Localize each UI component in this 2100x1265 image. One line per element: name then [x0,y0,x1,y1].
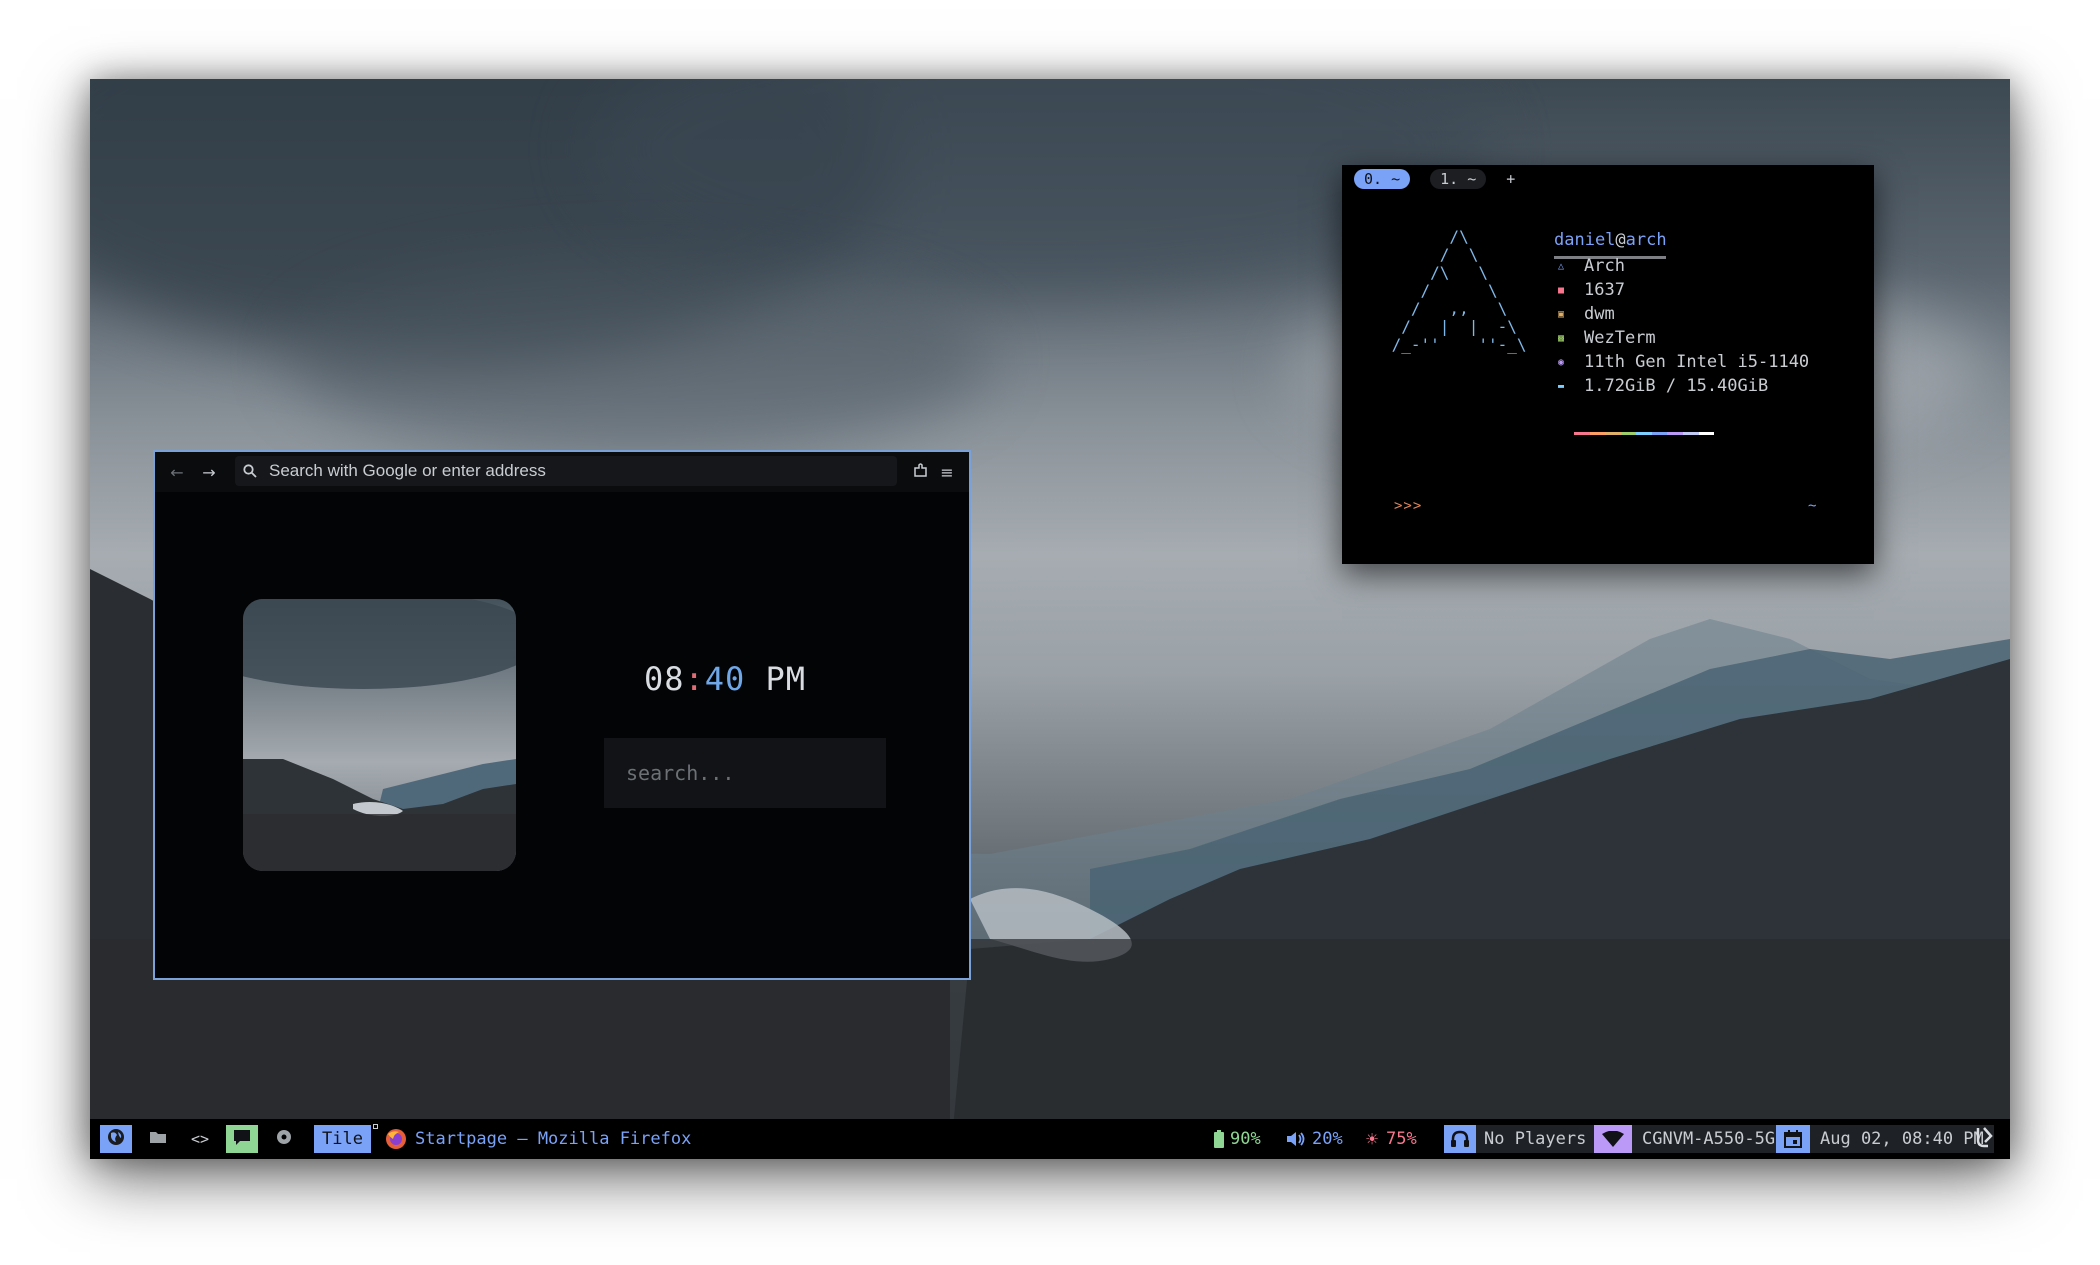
fetch-user-host: daniel@arch [1554,230,1667,250]
folder-icon [149,1129,167,1150]
search-icon [243,464,265,478]
palette-swatch [1682,432,1699,435]
window-icon: ▣ [1557,308,1565,320]
focused-window: Startpage — Mozilla Firefox [385,1125,691,1153]
brightness-module[interactable]: ☀ 75% [1366,1125,1417,1153]
arrow-right-icon: → [202,462,216,482]
battery-value: 90% [1230,1129,1261,1149]
window-indicator [373,1124,378,1129]
tag-web[interactable] [100,1125,132,1153]
fetch-host: arch [1625,230,1667,250]
firefox-icon [385,1128,407,1150]
fetch-value: WezTerm [1584,328,1656,348]
fetch-value: 11th Gen Intel i5-1140 [1584,352,1810,372]
back-button[interactable]: ← [161,456,193,488]
tag-files[interactable] [142,1125,174,1153]
globe-icon [106,1127,126,1152]
palette-swatch [1605,432,1621,435]
wifi-module[interactable]: CGNVM-A550-5G [1594,1125,1786,1153]
tux-icon: △ [1557,260,1565,272]
tag-code[interactable]: <> [184,1125,216,1153]
fetch-row-packages: ■ 1637 [1554,280,1625,300]
fetch-user: daniel [1554,230,1616,250]
arch-logo-icon [1974,1126,1996,1153]
new-tab-button[interactable]: + [1506,170,1515,188]
tag-music[interactable] [268,1125,300,1153]
prompt-path: ~ [1808,498,1817,514]
palette-swatch [1620,432,1637,435]
palette-swatch [1636,432,1652,435]
headphones-icon [1444,1125,1476,1153]
menu-button[interactable]: ≡ [931,456,963,488]
tag-chat[interactable] [226,1125,258,1153]
forward-button[interactable]: → [193,456,225,488]
chat-icon [232,1128,252,1151]
browser-toolbar: ← → ≡ [155,452,969,492]
fetch-at: @ [1615,230,1626,250]
arrow-left-icon: ← [170,462,184,482]
fetch-value: Arch [1584,256,1625,276]
window-title: Startpage — Mozilla Firefox [415,1129,692,1149]
volume-value: 20% [1312,1129,1343,1149]
url-input[interactable] [265,461,893,481]
clock-ampm: PM [765,660,807,698]
fetch-value: 1.72GiB / 15.40GiB [1584,376,1769,396]
package-icon: ■ [1557,284,1565,296]
code-icon: <> [190,1130,210,1148]
fetch-value: dwm [1584,304,1615,324]
brightness-value: 75% [1386,1129,1417,1149]
terminal-tab-bar: 0. ~ 1. ~ + [1342,165,1874,192]
palette-swatch [1667,432,1683,435]
terminal-icon: ▩ [1557,332,1565,344]
color-palette-bar [1574,432,1715,435]
fetch-row-terminal: ▩ WezTerm [1554,328,1656,348]
fetch-row-os: △ Arch [1554,256,1625,276]
music-module[interactable]: No Players [1444,1125,1595,1153]
desktop: ← → ≡ [90,79,2010,1159]
clock: 08:40 PM [595,660,855,698]
firefox-window[interactable]: ← → ≡ [153,450,971,980]
status-bar: <> Tile Startpage — Mozilla Firefox 90% [90,1119,2010,1159]
palette-swatch [1651,432,1668,435]
startpage-wallpaper-image [243,599,516,871]
fetch-row-cpu: ◉ 11th Gen Intel i5-1140 [1554,352,1810,372]
memory-icon: ▬ [1557,380,1565,392]
cpu-icon: ◉ [1557,356,1565,368]
volume-module[interactable]: 20% [1286,1125,1343,1153]
palette-swatch [1698,432,1715,435]
puzzle-icon [913,462,929,482]
palette-swatch [1574,432,1590,435]
clock-hours: 08 [643,660,685,698]
clock-separator: : [684,660,705,698]
arch-ascii-logo: /\ / \ /\ \ / \ / ,, \ / | | -\ /_-'' ''… [1391,227,1527,354]
calendar-icon [1776,1125,1810,1153]
shell-prompt: >>> [1394,498,1423,514]
battery-module[interactable]: 90% [1214,1125,1261,1153]
record-icon [275,1128,293,1151]
terminal-tab[interactable]: 1. ~ [1430,168,1487,189]
terminal-tab[interactable]: 0. ~ [1354,168,1411,189]
layout-indicator[interactable]: Tile [314,1125,371,1153]
date-module[interactable]: Aug 02, 08:40 PM [1776,1125,1994,1153]
hamburger-menu-icon: ≡ [940,462,954,482]
music-status: No Players [1476,1125,1595,1153]
speaker-icon [1286,1131,1306,1147]
clock-minutes: 40 [704,660,746,698]
power-button[interactable] [1974,1125,1996,1153]
wifi-ssid: CGNVM-A550-5G [1632,1125,1786,1153]
startpage-search-input[interactable] [604,738,886,808]
date-value: Aug 02, 08:40 PM [1810,1125,1994,1153]
wifi-icon [1594,1125,1632,1153]
battery-icon [1214,1130,1224,1148]
fetch-row-wm: ▣ dwm [1554,304,1615,324]
palette-swatch [1589,432,1606,435]
fetch-row-memory: ▬ 1.72GiB / 15.40GiB [1554,376,1769,396]
fetch-value: 1637 [1584,280,1625,300]
url-bar[interactable] [235,456,897,486]
wezterm-window[interactable]: 0. ~ 1. ~ + /\ / \ /\ \ / \ / ,, \ / | |… [1342,165,1874,564]
sun-icon: ☀ [1366,1127,1379,1151]
